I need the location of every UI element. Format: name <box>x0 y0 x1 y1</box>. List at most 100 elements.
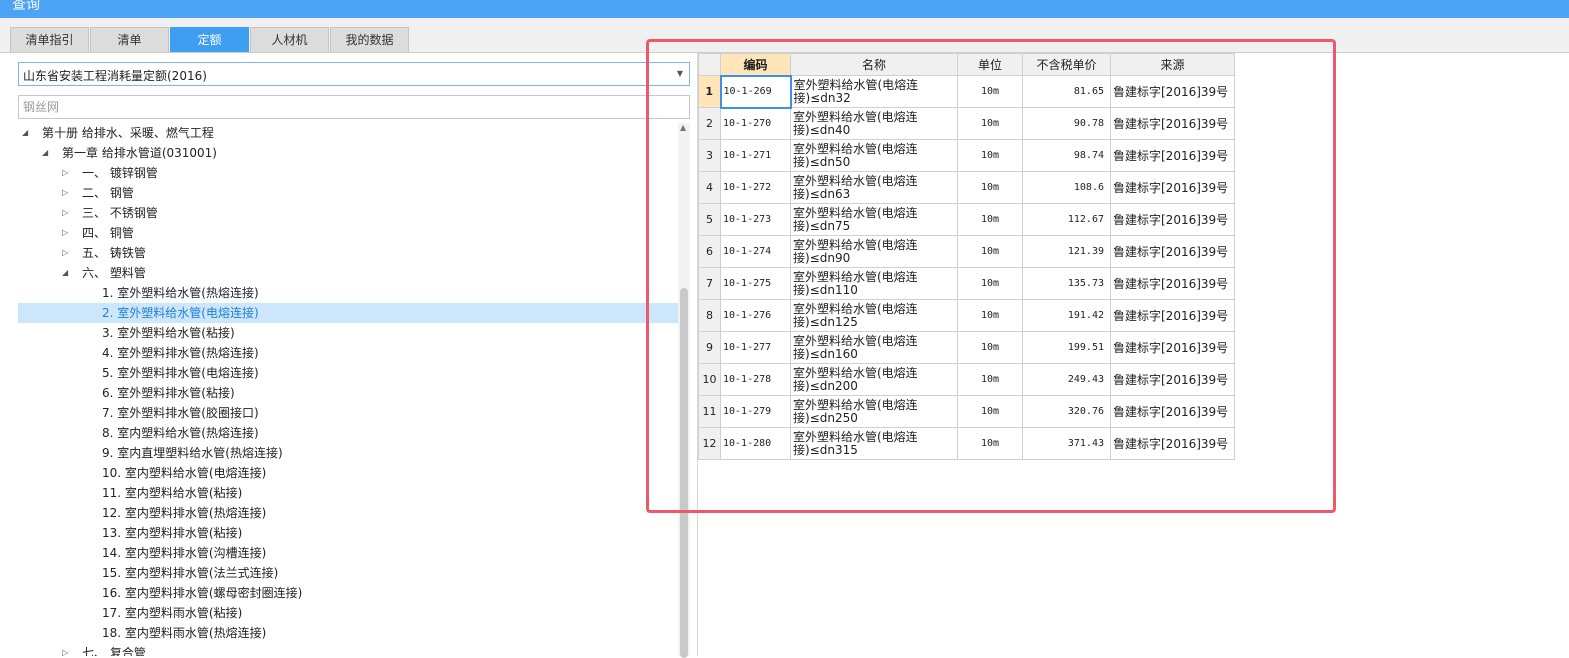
tree-node[interactable]: 14. 室内塑料排水管(沟槽连接) <box>18 543 678 563</box>
cell-code[interactable]: 10-1-270 <box>720 107 791 140</box>
tree-scrollbar[interactable]: ▲ <box>678 123 690 658</box>
tree-node[interactable]: 7. 室外塑料排水管(胶圈接口) <box>18 403 678 423</box>
table-row[interactable]: 11 10-1-279 室外塑料给水管(电熔连接)≤dn250 10m 320.76 鲁建… <box>698 395 1235 428</box>
table-row[interactable]: 10 10-1-278 室外塑料给水管(电熔连接)≤dn200 10m 249.43 鲁建… <box>698 363 1235 396</box>
cell-price[interactable]: 112.67 <box>1022 203 1111 236</box>
row-number[interactable]: 3 <box>698 139 721 172</box>
triangle-expanded-icon[interactable]: ◢ <box>62 263 68 283</box>
cell-unit[interactable]: 10m <box>957 75 1023 108</box>
cell-name[interactable]: 室外塑料给水管(电熔连接)≤dn200 <box>790 363 958 396</box>
table-row[interactable]: 3 10-1-271 室外塑料给水管(电熔连接)≤dn50 10m 98.74 鲁建标字[… <box>698 139 1235 172</box>
table-row[interactable]: 8 10-1-276 室外塑料给水管(电熔连接)≤dn125 10m 191.42 鲁建标… <box>698 299 1235 332</box>
cell-code[interactable]: 10-1-272 <box>720 171 791 204</box>
table-row[interactable]: 1 10-1-269 室外塑料给水管(电熔连接)≤dn32 10m 81.65 鲁建标字[… <box>698 74 1235 109</box>
row-number[interactable]: 7 <box>698 267 721 300</box>
tree-node[interactable]: 6. 室外塑料排水管(粘接) <box>18 383 678 403</box>
tree-node[interactable]: 15. 室内塑料排水管(法兰式连接) <box>18 563 678 583</box>
cell-source[interactable]: 鲁建标字[2016]39号 <box>1110 267 1235 300</box>
table-row[interactable]: 9 10-1-277 室外塑料给水管(电熔连接)≤dn160 10m 199.51 鲁建标… <box>698 331 1235 364</box>
cell-price[interactable]: 371.43 <box>1022 427 1111 460</box>
tree-node[interactable]: ▷ 五、 铸铁管 <box>18 243 678 263</box>
column-header-code[interactable]: 编码 <box>720 53 791 76</box>
tree-node[interactable]: ▷ 七、 复合管 <box>18 643 678 656</box>
tree-node[interactable]: 3. 室外塑料给水管(粘接) <box>18 323 678 343</box>
cell-unit[interactable]: 10m <box>957 203 1023 236</box>
cell-name[interactable]: 室外塑料给水管(电熔连接)≤dn40 <box>790 107 958 140</box>
tab-bill[interactable]: 清单 <box>90 27 169 52</box>
scrollbar-thumb[interactable] <box>680 288 688 658</box>
tree-node[interactable]: ▷ 二、 钢管 <box>18 183 678 203</box>
table-row[interactable]: 6 10-1-274 室外塑料给水管(电熔连接)≤dn90 10m 121.39 鲁建标字… <box>698 235 1235 268</box>
tree-node[interactable]: ▷ 一、 镀锌钢管 <box>18 163 678 183</box>
search-input[interactable] <box>18 95 690 119</box>
cell-name[interactable]: 室外塑料给水管(电熔连接)≤dn32 <box>790 75 958 108</box>
row-number[interactable]: 8 <box>698 299 721 332</box>
column-header-unit[interactable]: 单位 <box>957 53 1023 76</box>
triangle-expanded-icon[interactable]: ◢ <box>42 143 48 163</box>
cell-price[interactable]: 249.43 <box>1022 363 1111 396</box>
cell-unit[interactable]: 10m <box>957 267 1023 300</box>
cell-source[interactable]: 鲁建标字[2016]39号 <box>1110 299 1235 332</box>
row-number[interactable]: 4 <box>698 171 721 204</box>
cell-code[interactable]: 10-1-274 <box>720 235 791 268</box>
cell-unit[interactable]: 10m <box>957 427 1023 460</box>
tree-node[interactable]: 5. 室外塑料排水管(电熔连接) <box>18 363 678 383</box>
cell-code[interactable]: 10-1-279 <box>720 395 791 428</box>
cell-source[interactable]: 鲁建标字[2016]39号 <box>1110 395 1235 428</box>
tree-node[interactable]: 17. 室内塑料雨水管(粘接) <box>18 603 678 623</box>
cell-unit[interactable]: 10m <box>957 139 1023 172</box>
cell-source[interactable]: 鲁建标字[2016]39号 <box>1110 107 1235 140</box>
tree-node[interactable]: 9. 室内直埋塑料给水管(热熔连接) <box>18 443 678 463</box>
tab-bill-guide[interactable]: 清单指引 <box>10 27 89 52</box>
scroll-up-arrow-icon[interactable]: ▲ <box>680 123 686 132</box>
cell-code[interactable]: 10-1-277 <box>720 331 791 364</box>
cell-source[interactable]: 鲁建标字[2016]39号 <box>1110 139 1235 172</box>
tree-node[interactable]: 12. 室内塑料排水管(热熔连接) <box>18 503 678 523</box>
cell-source[interactable]: 鲁建标字[2016]39号 <box>1110 203 1235 236</box>
tab-quota[interactable]: 定额 <box>170 27 249 52</box>
triangle-collapsed-icon[interactable]: ▷ <box>62 223 68 243</box>
row-number[interactable]: 10 <box>698 363 721 396</box>
cell-name[interactable]: 室外塑料给水管(电熔连接)≤dn315 <box>790 427 958 460</box>
triangle-expanded-icon[interactable]: ◢ <box>22 123 28 143</box>
tree-node[interactable]: 18. 室内塑料雨水管(热熔连接) <box>18 623 678 643</box>
cell-unit[interactable]: 10m <box>957 171 1023 204</box>
tree-node[interactable]: ◢ 六、 塑料管 <box>18 263 678 283</box>
triangle-collapsed-icon[interactable]: ▷ <box>62 643 68 656</box>
cell-code[interactable]: 10-1-269 <box>719 74 792 109</box>
quota-library-select[interactable]: 山东省安装工程消耗量定额(2016) ▼ <box>18 62 690 86</box>
column-header-price[interactable]: 不含税单价 <box>1022 53 1111 76</box>
cell-name[interactable]: 室外塑料给水管(电熔连接)≤dn160 <box>790 331 958 364</box>
cell-price[interactable]: 320.76 <box>1022 395 1111 428</box>
cell-name[interactable]: 室外塑料给水管(电熔连接)≤dn50 <box>790 139 958 172</box>
cell-price[interactable]: 191.42 <box>1022 299 1111 332</box>
row-number[interactable]: 5 <box>698 203 721 236</box>
cell-code[interactable]: 10-1-275 <box>720 267 791 300</box>
table-row[interactable]: 4 10-1-272 室外塑料给水管(电熔连接)≤dn63 10m 108.6 鲁建标字[… <box>698 171 1235 204</box>
cell-unit[interactable]: 10m <box>957 299 1023 332</box>
cell-price[interactable]: 199.51 <box>1022 331 1111 364</box>
column-header-source[interactable]: 来源 <box>1110 53 1235 76</box>
table-row[interactable]: 12 10-1-280 室外塑料给水管(电熔连接)≤dn315 10m 371.43 鲁建… <box>698 427 1235 460</box>
cell-code[interactable]: 10-1-273 <box>720 203 791 236</box>
triangle-collapsed-icon[interactable]: ▷ <box>62 243 68 263</box>
cell-source[interactable]: 鲁建标字[2016]39号 <box>1110 235 1235 268</box>
cell-name[interactable]: 室外塑料给水管(电熔连接)≤dn75 <box>790 203 958 236</box>
cell-price[interactable]: 98.74 <box>1022 139 1111 172</box>
cell-source[interactable]: 鲁建标字[2016]39号 <box>1110 171 1235 204</box>
tab-my-data[interactable]: 我的数据 <box>330 27 409 52</box>
cell-source[interactable]: 鲁建标字[2016]39号 <box>1110 75 1235 108</box>
tree-node[interactable]: ◢ 第十册 给排水、采暖、燃气工程 <box>18 123 678 143</box>
cell-price[interactable]: 81.65 <box>1022 75 1111 108</box>
row-number[interactable]: 9 <box>698 331 721 364</box>
tree-node[interactable]: 11. 室内塑料给水管(粘接) <box>18 483 678 503</box>
cell-unit[interactable]: 10m <box>957 235 1023 268</box>
table-row[interactable]: 7 10-1-275 室外塑料给水管(电熔连接)≤dn110 10m 135.73 鲁建标… <box>698 267 1235 300</box>
tree-node[interactable]: 10. 室内塑料给水管(电熔连接) <box>18 463 678 483</box>
cell-unit[interactable]: 10m <box>957 363 1023 396</box>
tree-node[interactable]: 4. 室外塑料排水管(热熔连接) <box>18 343 678 363</box>
tree-node[interactable]: 16. 室内塑料排水管(螺母密封圈连接) <box>18 583 678 603</box>
tab-labor-material-machine[interactable]: 人材机 <box>250 27 329 52</box>
cell-code[interactable]: 10-1-280 <box>720 427 791 460</box>
cell-code[interactable]: 10-1-276 <box>720 299 791 332</box>
